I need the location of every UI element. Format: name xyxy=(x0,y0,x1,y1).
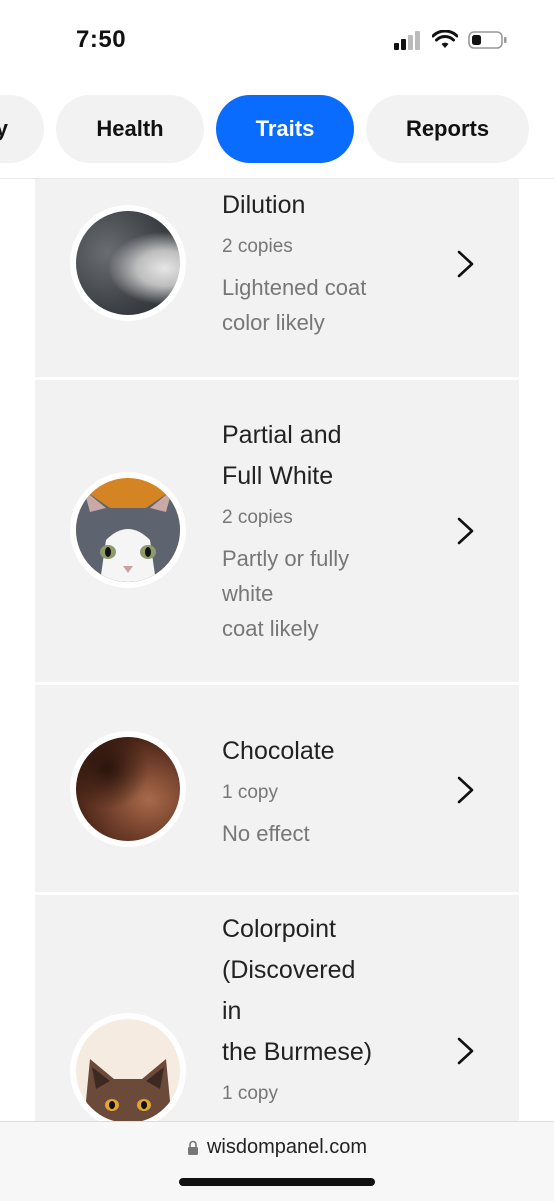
trait-effect: Lightened coat color likely xyxy=(222,275,367,335)
gray-fur-image xyxy=(70,205,186,321)
trait-card-dilution[interactable]: Dilution 2 copies Lightened coat color l… xyxy=(35,179,519,377)
status-icons xyxy=(394,30,508,50)
trait-copies: 2 copies xyxy=(222,507,293,528)
tab-reports[interactable]: Reports xyxy=(366,95,529,163)
chevron-right-icon xyxy=(457,776,474,804)
trait-text: Dilution 2 copies Lightened coat color l… xyxy=(222,185,432,340)
wifi-icon xyxy=(432,30,458,48)
tab-traits[interactable]: Traits xyxy=(216,95,354,163)
tab-bar: y Health Traits Reports xyxy=(0,88,554,179)
trait-card-chocolate[interactable]: Chocolate 1 copy No effect xyxy=(35,685,519,892)
browser-address-bar: wisdompanel.com xyxy=(0,1121,554,1201)
trait-title: Partial and Full White xyxy=(222,421,342,490)
brown-fur-image xyxy=(70,731,186,847)
chevron-right-icon xyxy=(457,517,474,545)
trait-copies: 1 copy xyxy=(222,782,278,803)
lock-icon xyxy=(187,1140,198,1155)
tab-previous[interactable]: y xyxy=(0,95,44,163)
status-time: 7:50 xyxy=(76,26,127,53)
home-indicator[interactable] xyxy=(179,1178,375,1186)
trait-copies: 1 copy xyxy=(222,1083,278,1104)
trait-title: Dilution xyxy=(222,191,306,219)
trait-card-partial-full-white[interactable]: Partial and Full White 2 copies Partly o… xyxy=(35,380,519,682)
trait-title: Colorpoint (Discovered in the Burmese) xyxy=(222,915,373,1066)
trait-copies: 2 copies xyxy=(222,236,293,257)
status-bar: 7:50 xyxy=(0,0,554,88)
chevron-right-icon xyxy=(457,1037,474,1065)
trait-card-colorpoint[interactable]: Colorpoint (Discovered in the Burmese) 1… xyxy=(35,895,519,1155)
chevron-right-icon xyxy=(457,250,474,278)
url-text: wisdompanel.com xyxy=(206,1136,368,1158)
trait-text: Partial and Full White 2 copies Partly o… xyxy=(222,415,432,646)
burmese-cat-image xyxy=(70,1013,186,1129)
cellular-signal-icon xyxy=(394,31,420,50)
gray-white-kitten-image xyxy=(70,472,186,588)
trait-text: Chocolate 1 copy No effect xyxy=(222,731,432,851)
tab-health[interactable]: Health xyxy=(56,95,204,163)
trait-effect: No effect xyxy=(222,821,310,846)
trait-effect: Partly or fully white coat likely xyxy=(222,546,350,641)
trait-title: Chocolate xyxy=(222,737,335,765)
battery-icon xyxy=(468,31,507,49)
url-row[interactable]: wisdompanel.com xyxy=(0,1136,554,1159)
trait-text: Colorpoint (Discovered in the Burmese) 1… xyxy=(222,909,432,1155)
